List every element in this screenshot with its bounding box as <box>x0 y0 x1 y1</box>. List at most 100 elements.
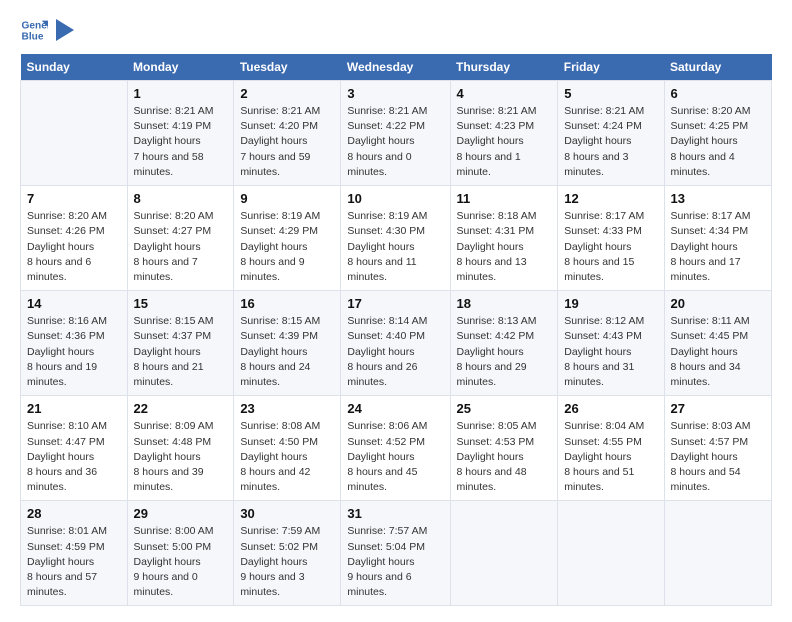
calendar-cell: 17 Sunrise: 8:14 AMSunset: 4:40 PMDayligh… <box>341 291 450 396</box>
day-info: Sunrise: 8:18 AMSunset: 4:31 PMDaylight … <box>457 209 552 285</box>
calendar-cell: 31Sunrise: 7:57 AMSunset: 5:04 PMDayligh… <box>341 501 450 606</box>
day-number: 8 <box>134 191 228 206</box>
day-number: 5 <box>564 86 657 101</box>
calendar-cell <box>558 501 664 606</box>
day-info: Sunrise: 8:00 AMSunset: 5:00 PMDaylight … <box>134 524 228 600</box>
calendar-cell: 12 Sunrise: 8:17 AMSunset: 4:33 PMDayligh… <box>558 186 664 291</box>
calendar-cell: 19 Sunrise: 8:12 AMSunset: 4:43 PMDayligh… <box>558 291 664 396</box>
day-info: Sunrise: 8:04 AMSunset: 4:55 PMDaylight … <box>564 419 657 495</box>
header-friday: Friday <box>558 54 664 81</box>
header-tuesday: Tuesday <box>234 54 341 81</box>
calendar-cell: 2 Sunrise: 8:21 AMSunset: 4:20 PMDaylight… <box>234 81 341 186</box>
calendar-week-row: 1 Sunrise: 8:21 AMSunset: 4:19 PMDaylight… <box>21 81 772 186</box>
calendar-cell: 28 Sunrise: 8:01 AMSunset: 4:59 PMDayligh… <box>21 501 128 606</box>
calendar-cell: 15 Sunrise: 8:15 AMSunset: 4:37 PMDayligh… <box>127 291 234 396</box>
day-info: Sunrise: 8:06 AMSunset: 4:52 PMDaylight … <box>347 419 443 495</box>
day-info: Sunrise: 8:15 AMSunset: 4:37 PMDaylight … <box>134 314 228 390</box>
day-number: 23 <box>240 401 334 416</box>
logo: General Blue <box>20 16 74 44</box>
calendar-cell: 14Sunrise: 8:16 AMSunset: 4:36 PMDayligh… <box>21 291 128 396</box>
day-number: 1 <box>134 86 228 101</box>
day-info: Sunrise: 8:21 AMSunset: 4:23 PMDaylight … <box>457 104 552 180</box>
day-number: 19 <box>564 296 657 311</box>
logo-icon: General Blue <box>20 16 48 44</box>
day-number: 12 <box>564 191 657 206</box>
day-info: Sunrise: 8:19 AMSunset: 4:30 PMDaylight … <box>347 209 443 285</box>
day-number: 16 <box>240 296 334 311</box>
calendar-cell: 22 Sunrise: 8:09 AMSunset: 4:48 PMDayligh… <box>127 396 234 501</box>
day-info: Sunrise: 8:19 AMSunset: 4:29 PMDaylight … <box>240 209 334 285</box>
day-number: 30 <box>240 506 334 521</box>
day-number: 28 <box>27 506 121 521</box>
day-info: Sunrise: 8:20 AMSunset: 4:25 PMDaylight … <box>671 104 766 180</box>
day-info: Sunrise: 8:17 AMSunset: 4:34 PMDaylight … <box>671 209 766 285</box>
header-saturday: Saturday <box>664 54 772 81</box>
day-number: 13 <box>671 191 766 206</box>
day-info: Sunrise: 8:12 AMSunset: 4:43 PMDaylight … <box>564 314 657 390</box>
calendar-cell: 30 Sunrise: 7:59 AMSunset: 5:02 PMDayligh… <box>234 501 341 606</box>
calendar-cell: 7Sunrise: 8:20 AMSunset: 4:26 PMDaylight… <box>21 186 128 291</box>
logo-arrow-icon <box>56 19 74 41</box>
day-info: Sunrise: 8:11 AMSunset: 4:45 PMDaylight … <box>671 314 766 390</box>
day-info: Sunrise: 8:21 AMSunset: 4:19 PMDaylight … <box>134 104 228 180</box>
header-sunday: Sunday <box>21 54 128 81</box>
day-number: 22 <box>134 401 228 416</box>
day-number: 10 <box>347 191 443 206</box>
day-info: Sunrise: 7:59 AMSunset: 5:02 PMDaylight … <box>240 524 334 600</box>
calendar-cell: 18Sunrise: 8:13 AMSunset: 4:42 PMDayligh… <box>450 291 558 396</box>
calendar-cell: 11 Sunrise: 8:18 AMSunset: 4:31 PMDayligh… <box>450 186 558 291</box>
header-thursday: Thursday <box>450 54 558 81</box>
day-number: 27 <box>671 401 766 416</box>
calendar-cell <box>21 81 128 186</box>
day-info: Sunrise: 8:17 AMSunset: 4:33 PMDaylight … <box>564 209 657 285</box>
day-info: Sunrise: 8:10 AMSunset: 4:47 PMDaylight … <box>27 419 121 495</box>
calendar-cell: 25Sunrise: 8:05 AMSunset: 4:53 PMDayligh… <box>450 396 558 501</box>
day-info: Sunrise: 8:03 AMSunset: 4:57 PMDaylight … <box>671 419 766 495</box>
calendar-cell: 29 Sunrise: 8:00 AMSunset: 5:00 PMDayligh… <box>127 501 234 606</box>
day-number: 6 <box>671 86 766 101</box>
day-info: Sunrise: 8:21 AMSunset: 4:24 PMDaylight … <box>564 104 657 180</box>
day-info: Sunrise: 8:21 AMSunset: 4:22 PMDaylight … <box>347 104 443 180</box>
calendar-cell <box>450 501 558 606</box>
day-number: 11 <box>457 191 552 206</box>
calendar-cell: 1 Sunrise: 8:21 AMSunset: 4:19 PMDaylight… <box>127 81 234 186</box>
day-info: Sunrise: 8:20 AMSunset: 4:26 PMDaylight … <box>27 209 121 285</box>
calendar-cell: 10 Sunrise: 8:19 AMSunset: 4:30 PMDayligh… <box>341 186 450 291</box>
svg-text:Blue: Blue <box>22 31 44 42</box>
day-number: 2 <box>240 86 334 101</box>
calendar-header-row: SundayMondayTuesdayWednesdayThursdayFrid… <box>21 54 772 81</box>
calendar-cell: 21 Sunrise: 8:10 AMSunset: 4:47 PMDayligh… <box>21 396 128 501</box>
calendar-cell: 6 Sunrise: 8:20 AMSunset: 4:25 PMDaylight… <box>664 81 772 186</box>
day-info: Sunrise: 8:14 AMSunset: 4:40 PMDaylight … <box>347 314 443 390</box>
day-number: 29 <box>134 506 228 521</box>
day-number: 25 <box>457 401 552 416</box>
calendar-week-row: 14Sunrise: 8:16 AMSunset: 4:36 PMDayligh… <box>21 291 772 396</box>
header-wednesday: Wednesday <box>341 54 450 81</box>
day-info: Sunrise: 8:09 AMSunset: 4:48 PMDaylight … <box>134 419 228 495</box>
day-number: 20 <box>671 296 766 311</box>
calendar-cell: 13 Sunrise: 8:17 AMSunset: 4:34 PMDayligh… <box>664 186 772 291</box>
calendar-cell: 26 Sunrise: 8:04 AMSunset: 4:55 PMDayligh… <box>558 396 664 501</box>
calendar-cell: 23 Sunrise: 8:08 AMSunset: 4:50 PMDayligh… <box>234 396 341 501</box>
day-number: 17 <box>347 296 443 311</box>
day-info: Sunrise: 8:15 AMSunset: 4:39 PMDaylight … <box>240 314 334 390</box>
calendar-week-row: 28 Sunrise: 8:01 AMSunset: 4:59 PMDayligh… <box>21 501 772 606</box>
day-info: Sunrise: 8:21 AMSunset: 4:20 PMDaylight … <box>240 104 334 180</box>
calendar-cell: 16 Sunrise: 8:15 AMSunset: 4:39 PMDayligh… <box>234 291 341 396</box>
day-info: Sunrise: 8:08 AMSunset: 4:50 PMDaylight … <box>240 419 334 495</box>
day-number: 4 <box>457 86 552 101</box>
day-number: 26 <box>564 401 657 416</box>
calendar-cell: 9Sunrise: 8:19 AMSunset: 4:29 PMDaylight… <box>234 186 341 291</box>
calendar-table: SundayMondayTuesdayWednesdayThursdayFrid… <box>20 54 772 606</box>
day-info: Sunrise: 7:57 AMSunset: 5:04 PMDaylight … <box>347 524 443 600</box>
day-number: 21 <box>27 401 121 416</box>
day-info: Sunrise: 8:20 AMSunset: 4:27 PMDaylight … <box>134 209 228 285</box>
calendar-cell: 5 Sunrise: 8:21 AMSunset: 4:24 PMDaylight… <box>558 81 664 186</box>
day-number: 15 <box>134 296 228 311</box>
day-info: Sunrise: 8:13 AMSunset: 4:42 PMDaylight … <box>457 314 552 390</box>
day-info: Sunrise: 8:01 AMSunset: 4:59 PMDaylight … <box>27 524 121 600</box>
calendar-cell: 4 Sunrise: 8:21 AMSunset: 4:23 PMDaylight… <box>450 81 558 186</box>
day-number: 3 <box>347 86 443 101</box>
calendar-cell: 20 Sunrise: 8:11 AMSunset: 4:45 PMDayligh… <box>664 291 772 396</box>
day-number: 24 <box>347 401 443 416</box>
